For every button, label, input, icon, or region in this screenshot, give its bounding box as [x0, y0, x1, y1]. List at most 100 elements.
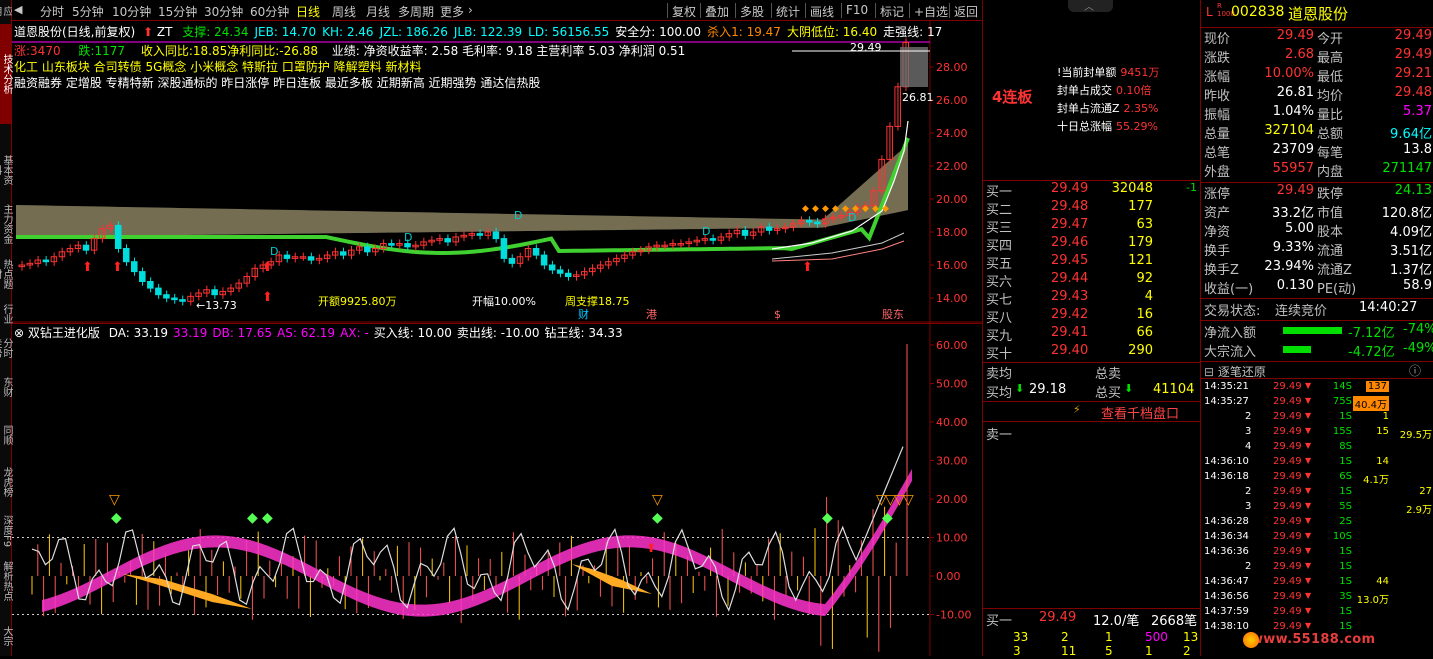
signal-d-marker: D [270, 245, 278, 258]
side-tab[interactable]: 东财 [0, 362, 12, 412]
period-button[interactable]: 多周期 [398, 3, 434, 20]
stock-name: 道恩股份 [1288, 5, 1349, 23]
osc-value: 卖出线: -10.00 [456, 326, 540, 340]
toolbar-button[interactable]: +自选 [914, 3, 948, 20]
bid-row[interactable]: 买七 29.43 4 [983, 289, 1201, 308]
side-tab[interactable]: 行业 [0, 296, 12, 332]
bid-row[interactable]: 买一 29.49 32048 -1 [983, 181, 1201, 200]
down-arrow-icon: ▼ [1305, 546, 1312, 555]
down-arrow-icon: ▼ [1305, 591, 1312, 600]
indicator-value: 大阴低位: 16.40 [786, 25, 878, 39]
candle-body [476, 233, 484, 236]
expand-icon[interactable]: ⓘ [1409, 362, 1421, 379]
chevron-left-icon[interactable]: ◀ [14, 3, 22, 16]
ticks-list[interactable]: 14:35:21 29.49 ▼ 14S 137 14:35:27 29.49 ▼ 75S 40.… [1201, 381, 1433, 656]
block-inflow-bar [1283, 346, 1311, 353]
bid-row[interactable]: 买九 29.41 66 [983, 325, 1201, 344]
osc-value: 33.19 [172, 326, 208, 340]
quote-label: 总额 [1317, 127, 1344, 142]
quote-row: 振幅 1.04% 量比 5.37 [1201, 104, 1433, 123]
bid-row[interactable]: 买二 29.48 177 [983, 199, 1201, 218]
period-button[interactable]: 5分钟 [72, 3, 104, 20]
side-tab[interactable]: 深度F9 [0, 512, 12, 550]
tick-row: 14:36:28 29.49 ▼ 2S [1201, 516, 1433, 528]
toolbar-button[interactable]: 多股 [740, 3, 764, 20]
toolbar-button[interactable]: 统计 [776, 3, 800, 20]
quote-value: 5.00 [1285, 221, 1314, 236]
bid-row[interactable]: 买十 29.40 290 [983, 343, 1201, 362]
tick-aggregate: 1 [1382, 411, 1389, 422]
concepts-line: 化工 山东板块 合司转债 5G概念 小米概念 特斯拉 口罩防护 降解塑料 新材料 [14, 60, 422, 74]
period-button[interactable]: 10分钟 [112, 3, 151, 20]
order-book-panel: ︿ 4连板 !当前封单额 9451万 封单占成交 0.10倍 封单占流通Z 2.35% 十日… [982, 0, 1201, 658]
trade-status-row: 交易状态: 连续竞价 14:40:27 [1201, 300, 1433, 319]
side-tab[interactable]: 龙虎榜 [0, 458, 12, 506]
period-button[interactable]: 周线 [332, 3, 356, 20]
side-tab[interactable]: 热点题材 [0, 256, 12, 292]
toolbar-button[interactable]: 画线 [810, 3, 834, 20]
collapse-handle[interactable]: ︿ [1068, 0, 1113, 13]
tick-aggregate: 2.9万 [1406, 505, 1432, 516]
limit-count: 4连板 [992, 88, 1033, 106]
quote-value: 29.49 [1276, 28, 1314, 43]
side-tab[interactable]: 大宗 [0, 618, 12, 654]
kline-chart-panel[interactable]: 28.00 26.00 24.00 22.00 20.00 18.00 16.00 14.00… [12, 21, 982, 323]
osc-axis-label: 10.00 [936, 532, 968, 545]
chart-annotation: 26.81 [902, 91, 934, 104]
queue-row: 33 2 1 500 13 [983, 630, 1200, 644]
bid-row[interactable]: 买八 29.42 16 [983, 307, 1201, 326]
net-inflow-bar [1283, 327, 1342, 334]
side-tab[interactable]: 主力资金 [0, 196, 12, 252]
osc-axis-label: 50.00 [936, 378, 968, 391]
candle-body [500, 238, 508, 259]
period-button[interactable]: 60分钟 [250, 3, 289, 20]
candle-body [540, 254, 548, 266]
tick-row: 14:36:10 29.49 ▼ 1S 14 [1201, 456, 1433, 468]
toolbar-button[interactable]: F10 [846, 3, 868, 17]
tick-time: 14:35:27 [1204, 396, 1249, 407]
period-button[interactable]: 月线 [366, 3, 390, 20]
bid-label: 买一 [986, 185, 1013, 200]
toolbar-button[interactable]: 标记 [880, 3, 904, 20]
quote-value: 55957 [1272, 161, 1314, 176]
seal-info-label: 十日总涨幅 [1057, 120, 1112, 133]
view-order-book-link[interactable]: 查看千档盘口 [1101, 403, 1179, 422]
signal-d-marker: D [404, 231, 412, 244]
period-button[interactable]: 30分钟 [204, 3, 243, 20]
quote-value: 1.37亿 [1390, 263, 1432, 278]
bid-row[interactable]: 买六 29.44 92 [983, 271, 1201, 290]
quote-label: 涨停 [1204, 187, 1231, 202]
candle-body [364, 246, 371, 253]
side-tab[interactable]: 同顺 [0, 420, 12, 450]
toolbar-button[interactable]: 返回 [954, 3, 978, 20]
period-button[interactable]: 日线 [296, 3, 320, 20]
side-tab[interactable]: 基本资料 [0, 152, 12, 188]
side-tab[interactable]: 解析热点 [0, 556, 12, 606]
side-tab[interactable]: 分时走势 [0, 336, 12, 360]
quote-row: 昨收 26.81 均价 29.48 [1201, 85, 1433, 104]
bid-row[interactable]: 买五 29.45 121 [983, 253, 1201, 272]
tick-volume: 8S [1339, 441, 1352, 452]
tick-price: 29.49 [1273, 621, 1302, 632]
period-button[interactable]: 更多 [440, 3, 464, 20]
down-arrow-icon: ▼ [1305, 576, 1312, 585]
side-tab[interactable]: 应用 [0, 2, 12, 20]
period-button[interactable]: 分时 [40, 3, 64, 20]
buy-avg-row: 买均 ⬇ 29.18 总买 ⬇ 41104 [983, 382, 1200, 401]
toolbar-button[interactable]: 复权 [672, 3, 696, 20]
candle-body [82, 244, 90, 251]
bid-row[interactable]: 买四 29.46 179 [983, 235, 1201, 254]
toolbar-button[interactable]: 叠加 [705, 3, 729, 20]
osc-collapse-icon[interactable]: ⊗ [14, 326, 24, 340]
oscillator-canvas[interactable]: 60.00 50.00 40.00 30.00 20.00 10.00 0.00 -10.00… [12, 324, 982, 656]
event-mark: 财 [578, 307, 589, 321]
side-tab[interactable]: 技术分析 [0, 24, 12, 124]
oscillator-panel[interactable]: 60.00 50.00 40.00 30.00 20.00 10.00 0.00 -10.00… [12, 323, 982, 656]
period-button[interactable]: 15分钟 [158, 3, 197, 20]
sell-avg-label: 卖均 [986, 367, 1013, 382]
bid-row[interactable]: 买三 29.47 63 [983, 217, 1201, 236]
osc-axis-label: 0.00 [936, 570, 961, 583]
lightning-icon: ⚡ [1073, 403, 1081, 416]
perf-text: 业绩: 净资收益率: 2.58 毛利率: 9.18 主营利率 5.03 净利润 … [331, 44, 686, 58]
chevron-right-icon[interactable]: › [468, 3, 473, 17]
